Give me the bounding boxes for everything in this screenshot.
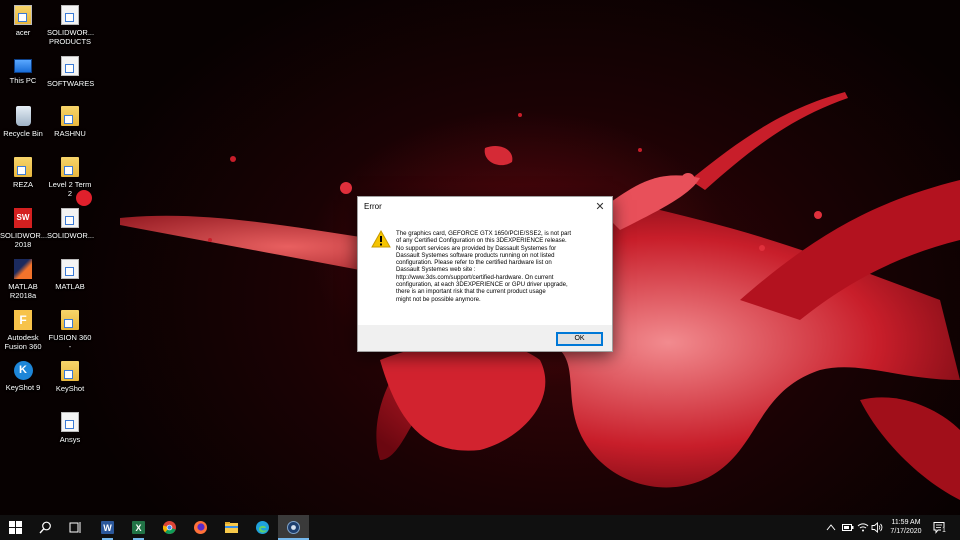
- keyshot-icon: K: [13, 361, 33, 380]
- ok-button[interactable]: OK: [556, 332, 603, 346]
- clock-date: 7/17/2020: [890, 528, 922, 535]
- action-center-button[interactable]: 1: [932, 515, 952, 540]
- show-hidden-icons-button[interactable]: [826, 515, 838, 540]
- folder-shortcut-icon: [14, 157, 32, 177]
- dialog-message: The graphics card, GEFORCE GTX 1650/PCIE…: [396, 230, 572, 303]
- desktop-icon-ansys[interactable]: Ansys: [47, 412, 93, 444]
- edge-icon: [256, 521, 269, 534]
- taskbar-3dexperience[interactable]: [278, 515, 309, 540]
- network-button[interactable]: [857, 515, 869, 540]
- desktop-icon-matlab-r2018a[interactable]: MATLAB R2018a: [0, 259, 46, 300]
- excel-icon: X: [132, 521, 145, 534]
- start-button[interactable]: [0, 515, 31, 540]
- desktop-icon-level-2-term-2[interactable]: Level 2 Term 2: [47, 157, 93, 198]
- taskbar-excel[interactable]: X: [123, 515, 154, 540]
- matlab-icon: [14, 259, 32, 279]
- dialog-titlebar[interactable]: Error ✕: [358, 197, 612, 217]
- desktop-icon-acer[interactable]: acer: [0, 5, 46, 37]
- desktop: acer This PC Recycle Bin REZA SW SOLIDWO…: [0, 0, 960, 515]
- solidworks-icon: SW: [14, 208, 32, 228]
- dialog-body: The graphics card, GEFORCE GTX 1650/PCIE…: [358, 217, 612, 325]
- desktop-icon-solidworks[interactable]: SOLIDWOR...: [47, 208, 94, 240]
- dialog-title: Error: [364, 202, 382, 211]
- task-view-icon: [69, 522, 81, 533]
- taskbar: W X 11:59 AM 7/17/2020 1: [0, 515, 960, 540]
- chevron-up-icon: [826, 524, 836, 531]
- start-icon: [9, 521, 22, 534]
- battery-icon: [842, 524, 854, 531]
- task-view-button[interactable]: [60, 515, 91, 540]
- dialog-footer: OK: [358, 325, 612, 351]
- taskbar-file-explorer[interactable]: [216, 515, 247, 540]
- computer-icon: [14, 59, 32, 73]
- word-icon: W: [101, 521, 114, 534]
- taskbar-edge[interactable]: [247, 515, 278, 540]
- file-explorer-icon: [225, 522, 238, 533]
- clock-time: 11:59 AM: [891, 519, 921, 526]
- battery-button[interactable]: [842, 515, 854, 540]
- clock[interactable]: 11:59 AM 7/17/2020: [880, 518, 932, 536]
- taskbar-chrome[interactable]: [154, 515, 185, 540]
- chrome-icon: [163, 521, 176, 534]
- svg-text:X: X: [135, 523, 141, 533]
- folder-shortcut-icon: [61, 310, 79, 330]
- wifi-icon: [857, 523, 869, 532]
- fusion-icon: F: [14, 310, 32, 330]
- desktop-icon-keyshot[interactable]: KeyShot: [47, 361, 93, 393]
- shortcut-icon: [61, 5, 79, 25]
- desktop-icon-fusion-360-folder[interactable]: FUSION 360 -: [47, 310, 93, 351]
- recycle-bin-icon: [15, 106, 31, 126]
- 3dexperience-icon: [287, 521, 300, 534]
- close-button[interactable]: ✕: [588, 197, 612, 217]
- desktop-icon-softwares[interactable]: SOFTWARES: [47, 56, 94, 88]
- folder-shortcut-icon: [61, 106, 79, 126]
- desktop-icon-rashnu[interactable]: RASHNU: [47, 106, 93, 138]
- desktop-icon-keyshot-9[interactable]: K KeyShot 9: [0, 361, 46, 392]
- desktop-icon-solidworks-products[interactable]: SOLIDWOR... PRODUCTS: [47, 5, 94, 46]
- desktop-icon-recycle-bin[interactable]: Recycle Bin: [0, 106, 46, 138]
- shortcut-icon: [61, 412, 79, 432]
- error-dialog: Error ✕ The graphics card, GEFORCE GTX 1…: [357, 196, 613, 352]
- desktop-icon-this-pc[interactable]: This PC: [0, 56, 46, 85]
- folder-shortcut-icon: [61, 361, 79, 381]
- notification-badge: 1: [941, 527, 947, 534]
- search-icon: [39, 521, 51, 534]
- firefox-icon: [194, 521, 207, 534]
- search-button[interactable]: [30, 515, 61, 540]
- svg-text:W: W: [103, 523, 112, 533]
- taskbar-firefox[interactable]: [185, 515, 216, 540]
- shortcut-icon: [61, 259, 79, 279]
- desktop-icon-reza[interactable]: REZA: [0, 157, 46, 189]
- desktop-icon-matlab[interactable]: MATLAB: [47, 259, 93, 291]
- user-folder-icon: [14, 5, 32, 25]
- taskbar-word[interactable]: W: [92, 515, 123, 540]
- warning-icon: [371, 230, 391, 248]
- shortcut-icon: [61, 56, 79, 76]
- shortcut-icon: [61, 208, 79, 228]
- desktop-icon-solidworks-2018[interactable]: SW SOLIDWOR... 2018: [0, 208, 47, 249]
- desktop-icon-fusion-360[interactable]: F Autodesk Fusion 360: [0, 310, 46, 351]
- folder-shortcut-icon: [61, 157, 79, 177]
